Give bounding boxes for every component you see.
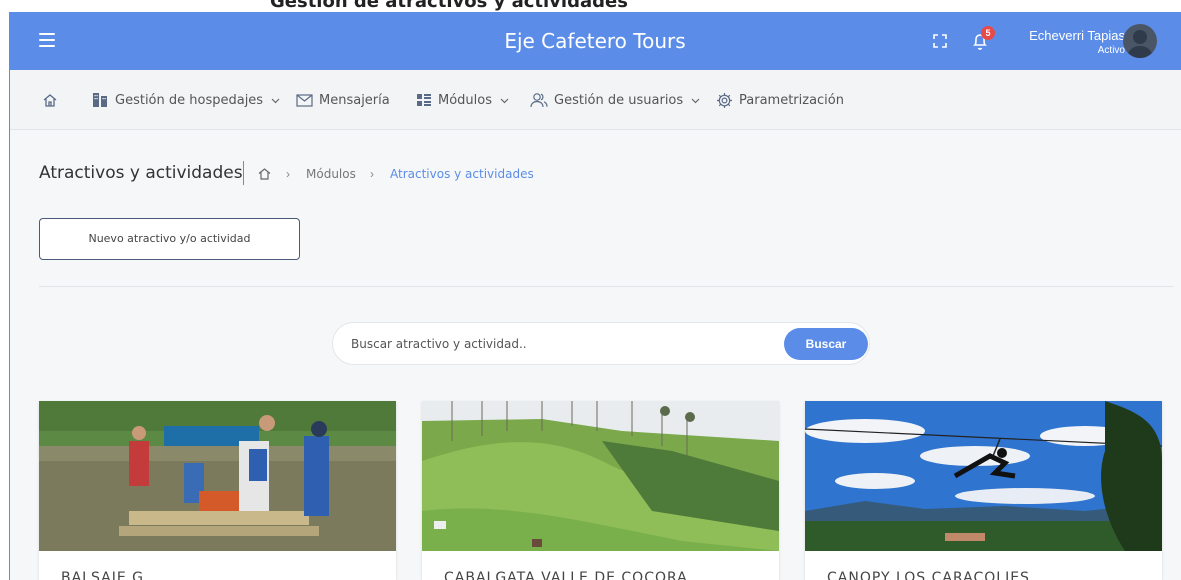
nav-gestion-usuarios[interactable]: Gestión de usuarios <box>530 90 700 110</box>
nav-home[interactable] <box>42 90 64 110</box>
card-title: CANOPY LOS CARACOLIES <box>827 570 1030 580</box>
nav-label: Gestión de usuarios <box>554 92 684 108</box>
search-input[interactable] <box>351 335 771 353</box>
building-icon <box>93 93 107 107</box>
chevron-down-icon <box>271 98 280 103</box>
nav-gestion-hospedajes[interactable]: Gestión de hospedajes <box>91 90 280 110</box>
card-title: CABALGATA VALLE DE COCORA <box>444 570 688 580</box>
home-icon <box>43 94 57 107</box>
title-separator <box>243 161 244 185</box>
mail-icon <box>296 93 313 107</box>
user-name[interactable]: Echeverri Tapias <box>1029 28 1125 43</box>
card-image <box>39 401 396 551</box>
chevron-down-icon <box>500 98 509 103</box>
attraction-card[interactable]: CABALGATA VALLE DE COCORA <box>422 401 779 580</box>
search-bar: Buscar <box>332 322 870 365</box>
breadcrumb-current: Atractivos y actividades <box>390 167 534 181</box>
main-content: Atractivos y actividades › Módulos › Atr… <box>10 130 1181 580</box>
fullscreen-icon[interactable] <box>933 34 947 48</box>
modules-icon <box>417 94 431 106</box>
gear-icon <box>717 92 732 108</box>
breadcrumb-home-icon[interactable] <box>258 167 271 180</box>
card-image <box>422 401 779 551</box>
user-avatar-icon[interactable] <box>1123 24 1157 58</box>
breadcrumb-separator: › <box>286 167 290 181</box>
nav-label: Gestión de hospedajes <box>115 92 264 108</box>
main-navbar: Gestión de hospedajes Mensajería Módulos… <box>10 70 1181 130</box>
nav-label: Mensajería <box>319 92 390 108</box>
chevron-down-icon <box>691 98 700 103</box>
page-top-caption: Gestión de atractivos y actividades <box>0 0 1181 12</box>
notification-badge: 5 <box>981 26 995 40</box>
app-title: Eje Cafetero Tours <box>504 29 686 53</box>
attraction-card[interactable]: CANOPY LOS CARACOLIES <box>805 401 1162 580</box>
section-divider <box>39 286 1174 287</box>
top-header: Eje Cafetero Tours 5 Echeverri Tapias Ac… <box>9 12 1181 70</box>
card-image <box>805 401 1162 551</box>
nav-modulos[interactable]: Módulos <box>416 90 509 110</box>
breadcrumb-separator: › <box>370 167 374 181</box>
breadcrumb-modulos[interactable]: Módulos <box>306 167 356 181</box>
search-button[interactable]: Buscar <box>784 328 868 360</box>
card-title: BALSAJE G <box>61 570 144 580</box>
user-status: Activo <box>1097 45 1125 56</box>
nav-mensajeria[interactable]: Mensajería <box>296 90 390 110</box>
nav-label: Módulos <box>438 92 492 108</box>
page-title: Atractivos y actividades <box>39 163 243 183</box>
attraction-card[interactable]: BALSAJE G <box>39 401 396 580</box>
new-attraction-button[interactable]: Nuevo atractivo y/o actividad <box>39 218 300 260</box>
users-icon <box>530 93 548 108</box>
nav-label: Parametrización <box>739 92 844 108</box>
nav-parametrizacion[interactable]: Parametrización <box>716 90 844 110</box>
